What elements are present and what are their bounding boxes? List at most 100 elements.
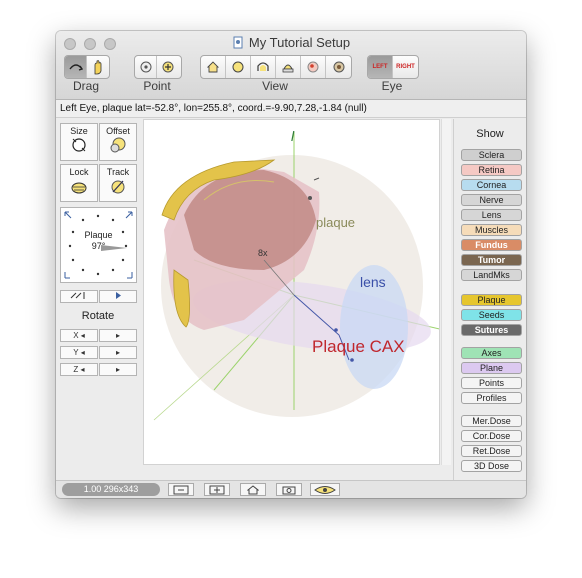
dial-increment-button[interactable] bbox=[99, 290, 137, 303]
show-landmks-toggle[interactable]: LandMks bbox=[461, 269, 522, 281]
size-label: Size bbox=[70, 126, 88, 136]
lock-label: Lock bbox=[69, 167, 89, 177]
view-front-button[interactable] bbox=[276, 56, 301, 78]
point-group-label: Point bbox=[143, 79, 171, 93]
rotate-label: Rotate bbox=[81, 310, 115, 322]
show-nerve-toggle[interactable]: Nerve bbox=[461, 194, 522, 206]
eye-right-button[interactable]: RIGHT bbox=[393, 56, 418, 78]
track-label: Track bbox=[106, 167, 130, 177]
show-seeds-toggle[interactable]: Seeds bbox=[461, 309, 522, 321]
rotate-x-plus-button[interactable]: ▸ bbox=[99, 329, 137, 342]
point-target-icon bbox=[140, 61, 151, 73]
plaque-track-button[interactable]: Track bbox=[99, 164, 137, 202]
show-mer-dose-toggle[interactable]: Mer.Dose bbox=[461, 415, 522, 427]
show-plaque-toggle[interactable]: Plaque bbox=[461, 294, 522, 306]
drag-toolbar-group bbox=[64, 55, 110, 79]
plaque-lock-button[interactable]: Lock bbox=[60, 164, 98, 202]
zoom-in-button[interactable] bbox=[204, 483, 230, 496]
reset-view-button[interactable] bbox=[240, 483, 266, 496]
eye-front-view-icon bbox=[282, 64, 294, 73]
app-window: My Tutorial Setup Drag Point View LEFT R… bbox=[56, 31, 526, 498]
status-bar: Left Eye, plaque lat=-52.8°, lon=255.8°,… bbox=[56, 100, 526, 118]
view-side-button[interactable] bbox=[251, 56, 276, 78]
show-sclera-toggle[interactable]: Sclera bbox=[461, 149, 522, 161]
track-icon bbox=[111, 180, 125, 194]
point-add-icon bbox=[162, 61, 174, 73]
hand-icon bbox=[94, 60, 102, 75]
marker-label: 8x bbox=[258, 248, 268, 258]
show-retina-toggle[interactable]: Retina bbox=[461, 164, 522, 176]
rotate-x-minus-button[interactable]: X ◂ bbox=[60, 329, 98, 342]
rotate-z-minus-button[interactable]: Z ◂ bbox=[60, 363, 98, 376]
home-icon bbox=[247, 484, 259, 494]
axis-z-label: Z bbox=[73, 365, 79, 374]
title-bar: My Tutorial Setup Drag Point View LEFT R… bbox=[56, 31, 526, 100]
point-add-button[interactable] bbox=[157, 56, 179, 78]
dial-value: 97° bbox=[91, 241, 106, 251]
eye-top-view-icon bbox=[232, 61, 244, 73]
window-title: My Tutorial Setup bbox=[56, 35, 526, 50]
show-profiles-toggle[interactable]: Profiles bbox=[461, 392, 522, 404]
lock-icon bbox=[71, 182, 87, 194]
viewport-vertical-scrollbar[interactable] bbox=[441, 119, 451, 465]
step-back-icon bbox=[70, 292, 85, 299]
drag-group-label: Drag bbox=[72, 79, 99, 93]
show-axes-toggle[interactable]: Axes bbox=[461, 347, 522, 359]
eye-options-button[interactable] bbox=[310, 483, 340, 496]
axis-x-label: X bbox=[73, 331, 79, 340]
show-sutures-toggle[interactable]: Sutures bbox=[461, 324, 522, 336]
view-home-button[interactable] bbox=[201, 56, 226, 78]
axis-y-label: Y bbox=[73, 348, 79, 357]
show-cor-dose-toggle[interactable]: Cor.Dose bbox=[461, 430, 522, 442]
show-muscles-toggle[interactable]: Muscles bbox=[461, 224, 522, 236]
drag-rotate-button[interactable] bbox=[65, 56, 87, 78]
rotate-y-minus-button[interactable]: Y ◂ bbox=[60, 346, 98, 359]
zoom-out-button[interactable] bbox=[168, 483, 194, 496]
dial-label: Plaque bbox=[84, 230, 113, 240]
snapshot-button[interactable] bbox=[276, 483, 302, 496]
dial-decrement-button[interactable] bbox=[60, 290, 98, 303]
size-circle-icon bbox=[72, 138, 86, 152]
drag-hand-button[interactable] bbox=[87, 56, 109, 78]
show-cornea-toggle[interactable]: Cornea bbox=[461, 179, 522, 191]
lens-3d-label: lens bbox=[360, 274, 386, 290]
zoom-out-icon bbox=[173, 485, 189, 494]
rotate-z-plus-button[interactable]: ▸ bbox=[99, 363, 137, 376]
view-retina-button[interactable] bbox=[301, 56, 326, 78]
show-tumor-toggle[interactable]: Tumor bbox=[461, 254, 522, 266]
eye-side-view-icon bbox=[257, 62, 269, 71]
eye-left-button[interactable]: LEFT bbox=[368, 56, 393, 78]
point-toolbar-group bbox=[134, 55, 182, 79]
offset-icon bbox=[110, 137, 126, 153]
plaque-offset-button[interactable]: Offset bbox=[99, 123, 137, 161]
show-plane-toggle[interactable]: Plane bbox=[461, 362, 522, 374]
rotate-y-plus-button[interactable]: ▸ bbox=[99, 346, 137, 359]
left-control-panel: Size Offset Lock Track Plaque 97° Rotate… bbox=[56, 119, 140, 480]
show-lens-toggle[interactable]: Lens bbox=[461, 209, 522, 221]
plaque-size-button[interactable]: Size bbox=[60, 123, 98, 161]
view-top-button[interactable] bbox=[226, 56, 251, 78]
show-panel-title: Show bbox=[476, 128, 504, 140]
offset-label: Offset bbox=[106, 126, 130, 136]
eye-3d-viewport[interactable]: l plaque lens Plaque CAX 8x bbox=[143, 119, 440, 465]
point-select-button[interactable] bbox=[135, 56, 157, 78]
show-points-toggle[interactable]: Points bbox=[461, 377, 522, 389]
show-fundus-toggle[interactable]: Fundus bbox=[461, 239, 522, 251]
plaque-3d-label: plaque bbox=[316, 215, 356, 230]
show-panel: Show Sclera Retina Cornea Nerve Lens Muscles F… bbox=[453, 119, 526, 480]
z-axis-label: l bbox=[291, 128, 295, 144]
rotate-hand-icon bbox=[68, 64, 83, 71]
eye-shape-icon bbox=[314, 485, 336, 494]
zoom-size-readout: 1.00 296x343 bbox=[62, 483, 160, 496]
show-3d-dose-toggle[interactable]: 3D Dose bbox=[461, 460, 522, 472]
home-icon bbox=[206, 61, 220, 73]
zoom-in-icon bbox=[209, 485, 225, 494]
step-forward-icon bbox=[116, 292, 121, 299]
eye-toolbar-group: LEFT RIGHT bbox=[367, 55, 419, 79]
document-icon bbox=[233, 36, 243, 49]
view-toolbar-group bbox=[200, 55, 352, 79]
plaque-rotation-dial[interactable]: Plaque 97° bbox=[60, 207, 137, 283]
show-ret-dose-toggle[interactable]: Ret.Dose bbox=[461, 445, 522, 457]
plaque-cax-label: Plaque CAX bbox=[312, 337, 405, 356]
view-plaque-button[interactable] bbox=[326, 56, 351, 78]
